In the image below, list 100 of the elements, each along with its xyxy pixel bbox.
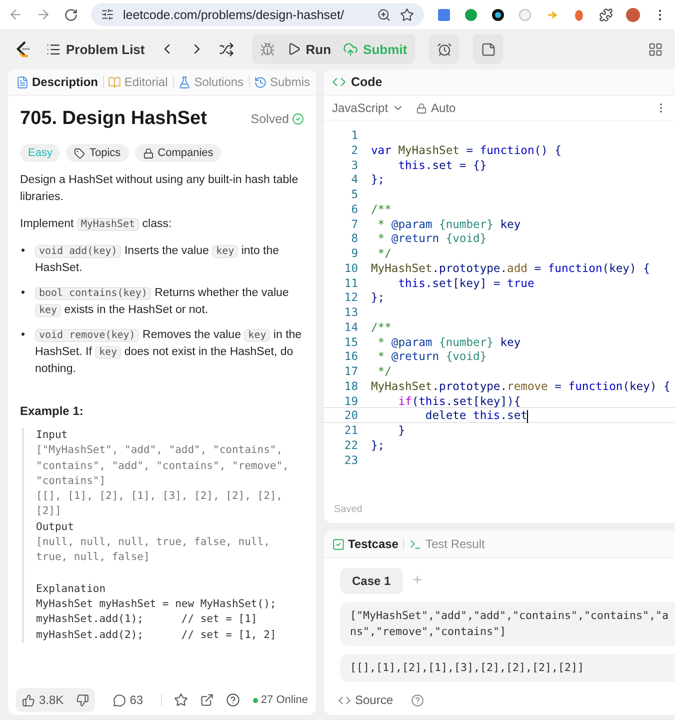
line-number: 23 (343, 452, 358, 466)
line-number: 9 (350, 246, 358, 260)
tag-icon (74, 148, 86, 158)
logo-icon[interactable] (14, 40, 32, 58)
code-line: this.set = {} (397, 158, 487, 172)
code-icon (332, 75, 346, 89)
line-number: 7 (350, 216, 358, 230)
code-line: * @param {number} key (376, 334, 521, 348)
alarm-clock-icon (436, 42, 452, 56)
line-number: 16 (343, 349, 358, 363)
comment-icon (112, 694, 126, 706)
timer-button[interactable] (429, 34, 460, 64)
terminal-icon (409, 538, 422, 550)
code-line: /** (371, 202, 392, 216)
code-line: MyHashSet.prototype.remove = function(key) { (371, 378, 670, 392)
description-text: Design a HashSet without using any built-in hash table libraries. (20, 173, 300, 205)
code-line: * @param {number} key (376, 216, 521, 230)
circle-icon[interactable] (464, 8, 478, 22)
example-label: Input (36, 428, 69, 443)
back-icon[interactable] (8, 7, 23, 22)
code-line: */ (376, 364, 392, 378)
code-line: }; (371, 438, 385, 452)
source-button[interactable]: Source (332, 693, 400, 707)
line-number: 8 (350, 231, 358, 245)
example-label: Output (36, 520, 75, 535)
line-number: 18 (343, 378, 358, 392)
line-number: 20 (343, 408, 358, 422)
flask-icon (178, 76, 192, 88)
panel-title: Code (351, 75, 382, 89)
language-select[interactable]: JavaScript (332, 101, 404, 115)
line-number: 22 (343, 438, 358, 452)
line-number: 17 (343, 364, 358, 378)
code-line: } (397, 423, 406, 437)
site-settings-icon[interactable] (101, 8, 114, 21)
document-icon (16, 76, 29, 88)
line-number: 6 (350, 202, 358, 216)
avatar-icon[interactable] (626, 8, 640, 22)
thumbs-down-icon (76, 694, 89, 706)
thumbs-up-icon (22, 694, 35, 706)
bug-icon[interactable] (260, 42, 275, 56)
puzzle-icon[interactable] (599, 8, 613, 22)
example-code-line: myHashSet.add(1); // set = [1] (36, 612, 258, 628)
example-value: true, null, false] (36, 550, 151, 566)
reload-icon[interactable] (64, 8, 78, 22)
help-icon[interactable] (411, 694, 424, 706)
auto-mode[interactable]: Auto (416, 101, 456, 115)
method-description: void remove(key) Removes the value key in the HashSet. If key does not exist in the HashSet, do nothing. (35, 328, 303, 377)
line-number: 2 (350, 142, 358, 156)
address-bar[interactable]: leetcode.com/problems/design-hashset/ (91, 3, 424, 26)
tag-chip[interactable]: Topics (66, 144, 129, 162)
example-value: [null, null, null, true, false, null, (36, 535, 271, 550)
shuffle-icon[interactable] (218, 42, 234, 56)
code-line: * @return {void} (376, 231, 487, 245)
checkbox-icon (332, 538, 345, 550)
problem-list-button[interactable]: Problem List (46, 42, 145, 56)
run-button[interactable]: Run (286, 42, 332, 56)
example-heading: Example 1: (20, 404, 84, 418)
code-icon (338, 694, 351, 706)
line-number: 13 (343, 305, 358, 319)
book-icon (108, 76, 122, 88)
testcase-input[interactable]: ["MyHashSet","add","add","contains","contains","a ns","remove","contains"] (340, 602, 675, 646)
example-code-line: MyHashSet myHashSet = new MyHashSet(); (36, 596, 278, 612)
code-line: if(this.set[key]){ (397, 394, 521, 408)
line-number: 10 (343, 260, 358, 274)
example-label: Explanation (36, 582, 107, 597)
panel-tab[interactable]: Description (16, 75, 98, 89)
lock-icon (142, 148, 154, 158)
help-icon[interactable] (226, 693, 240, 707)
forward-icon[interactable] (36, 7, 51, 22)
panel-tab[interactable]: Testcase (332, 537, 398, 551)
online-count: 27 Online (252, 694, 308, 706)
testcase-input[interactable]: [[],[1],[2],[1],[3],[2],[2],[2],[2]] (340, 654, 675, 682)
bullet-mark: • (21, 286, 26, 301)
share-icon[interactable] (200, 693, 214, 707)
line-number: 1 (350, 128, 358, 142)
code-line: }; (371, 172, 385, 186)
line-number: 12 (343, 290, 358, 304)
code-line: this.set[key] = true (397, 276, 534, 290)
notes-button[interactable] (473, 34, 504, 64)
bookmark-star-icon[interactable] (400, 8, 414, 22)
case-tab[interactable]: Case 1 (340, 568, 403, 594)
drop-icon[interactable] (572, 8, 586, 22)
comments-button[interactable]: 63 (106, 693, 150, 707)
play-icon (286, 42, 301, 56)
layout-icon[interactable] (648, 42, 663, 56)
example-value: [2]] (36, 504, 62, 520)
code-line: delete this.set (424, 408, 528, 422)
line-number: 5 (350, 187, 358, 201)
example-value: "contains"] (36, 474, 107, 489)
example-code-line: myHashSet.add(2); // set = [1, 2] (36, 628, 278, 643)
line-number: 21 (343, 423, 358, 437)
saved-status: Saved (333, 504, 364, 517)
zoom-icon[interactable] (377, 8, 391, 22)
lock-icon (416, 102, 428, 114)
code-line: */ (376, 246, 392, 260)
tag-chip[interactable]: Companies (134, 144, 222, 162)
star-icon[interactable] (174, 693, 188, 707)
method-description: void add(key) Inserts the value key into the HashSet. (35, 244, 280, 276)
list-icon (46, 42, 61, 56)
line-number: 15 (343, 334, 358, 348)
